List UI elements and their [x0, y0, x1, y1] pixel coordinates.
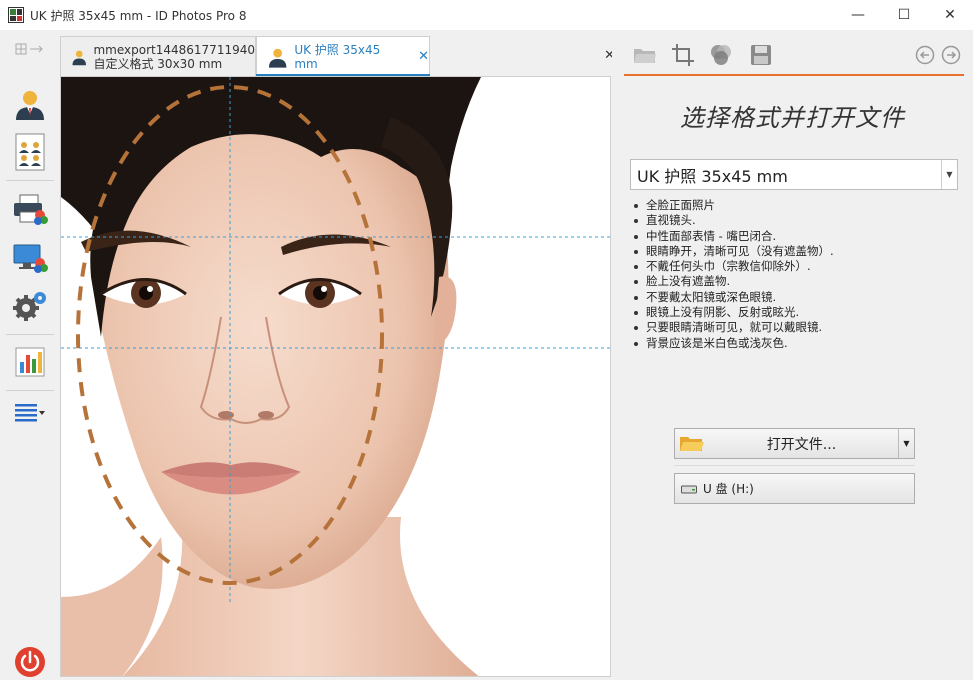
tab-uk-passport[interactable]: UK 护照 35x45 mm ✕: [256, 36, 430, 76]
open-file-button[interactable]: 打开文件... ▼: [674, 428, 915, 459]
minimize-button[interactable]: —: [835, 0, 881, 30]
drive-icon: [681, 485, 697, 493]
toolbar-divider: [6, 180, 54, 181]
document-tabs: mmexport1448617711940 自定义格式 30x30 mm UK …: [60, 36, 623, 76]
chart-icon[interactable]: [8, 340, 52, 384]
window-title: UK 护照 35x45 mm - ID Photos Pro 8: [30, 8, 247, 23]
tab-title: mmexport1448617711940: [93, 42, 255, 57]
title-bar: UK 护照 35x45 mm - ID Photos Pro 8 — ☐ ✕: [0, 0, 973, 30]
list-item: 眼镜上没有阴影、反射或眩光.: [632, 305, 962, 320]
list-item: 直视镜头.: [632, 213, 962, 228]
chevron-down-icon[interactable]: ▼: [941, 160, 957, 189]
panel-title: 选择格式并打开文件: [680, 104, 905, 132]
tab-title: UK 护照 35x45 mm: [294, 42, 381, 71]
list-item: 脸上没有遮盖物.: [632, 274, 962, 289]
app-icon: [8, 7, 24, 23]
usb-drive-label: U 盘 (H:): [703, 482, 754, 496]
layout-icon[interactable]: [8, 34, 52, 64]
photo-canvas[interactable]: [60, 76, 611, 677]
list-item: 不戴任何头巾（宗教信仰除外）.: [632, 259, 962, 274]
format-select-value: UK 护照 35x45 mm: [637, 166, 788, 186]
color-icon[interactable]: [708, 42, 734, 68]
person-icon[interactable]: [8, 82, 52, 126]
open-file-label: 打开文件...: [766, 436, 837, 453]
folder-icon: [680, 436, 704, 451]
forward-icon[interactable]: [938, 42, 964, 68]
list-item: 不要戴太阳镜或深色眼镜.: [632, 290, 962, 305]
open-folder-icon[interactable]: [632, 42, 658, 68]
toolbar-divider: [6, 334, 54, 335]
format-select[interactable]: UK 护照 35x45 mm ▼: [630, 159, 958, 190]
right-toolbar: [626, 38, 966, 72]
monitor-icon[interactable]: [8, 236, 52, 280]
divider: [674, 465, 915, 466]
panel-accent-line: [624, 74, 964, 76]
tab-subtitle: 自定义格式 30x30 mm: [93, 56, 223, 71]
list-item: 只要眼睛清晰可见，就可以戴眼镜.: [632, 320, 962, 335]
list-item: 背景应该是米白色或浅灰色.: [632, 336, 962, 351]
right-panel: 选择格式并打开文件 UK 护照 35x45 mm ▼ 全脸正面照片 直视镜头. …: [612, 30, 973, 677]
tab-mmexport[interactable]: mmexport1448617711940 自定义格式 30x30 mm: [60, 36, 256, 76]
left-toolbar: [0, 30, 60, 677]
list-item: 全脸正面照片: [632, 198, 962, 213]
list-item: 中性面部表情 - 嘴巴闭合.: [632, 229, 962, 244]
crop-icon[interactable]: [670, 42, 696, 68]
menu-icon[interactable]: [8, 390, 52, 434]
chevron-down-icon[interactable]: ▼: [898, 429, 914, 458]
group-sheet-icon[interactable]: [8, 130, 52, 174]
back-icon[interactable]: [912, 42, 938, 68]
face-photo: [61, 77, 610, 676]
list-item: 眼睛睁开，清晰可见（没有遮盖物）.: [632, 244, 962, 259]
power-icon[interactable]: [8, 644, 52, 680]
close-window-button[interactable]: ✕: [927, 0, 973, 30]
print-icon[interactable]: [8, 188, 52, 232]
person-icon: [268, 48, 287, 68]
requirements-list: 全脸正面照片 直视镜头. 中性面部表情 - 嘴巴闭合. 眼睛睁开，清晰可见（没有…: [632, 198, 962, 351]
close-tab-icon[interactable]: ✕: [418, 49, 429, 64]
usb-drive-button[interactable]: U 盘 (H:): [674, 473, 915, 504]
settings-icon[interactable]: [8, 284, 52, 328]
save-icon[interactable]: [748, 42, 774, 68]
person-icon: [72, 50, 86, 65]
maximize-button[interactable]: ☐: [881, 0, 927, 30]
